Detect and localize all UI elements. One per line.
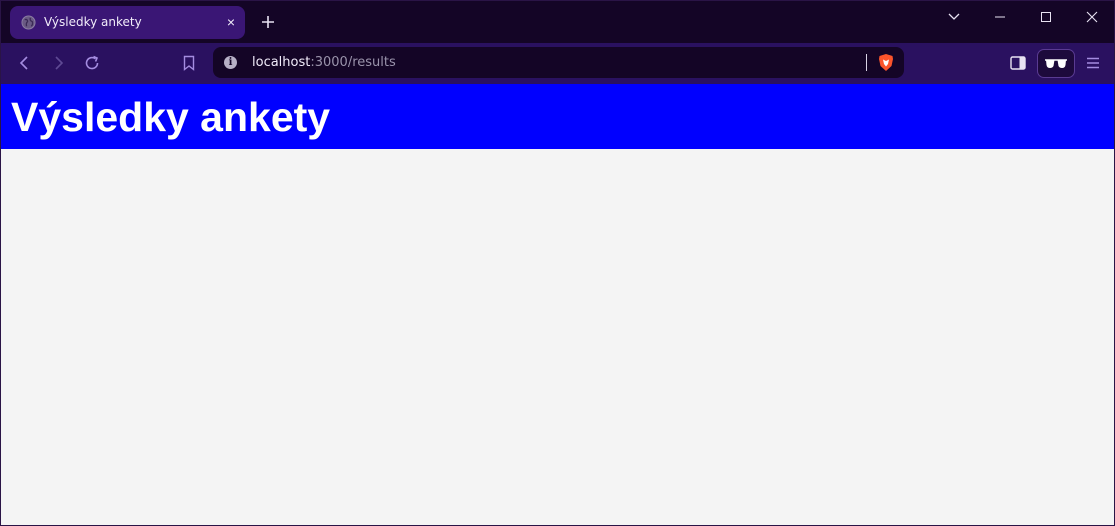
- chevron-down-icon: [948, 13, 960, 20]
- reload-icon: [85, 55, 99, 70]
- tab-title: Výsledky ankety: [44, 15, 142, 29]
- bookmark-icon: [183, 55, 195, 71]
- page-title: Výsledky ankety: [11, 94, 331, 140]
- brave-shield-icon[interactable]: [877, 53, 895, 72]
- page-viewport: Výsledky ankety: [1, 84, 1114, 525]
- close-icon: [1086, 11, 1098, 23]
- active-tab[interactable]: Výsledky ankety ×: [10, 6, 245, 39]
- address-bar-divider: [866, 54, 867, 71]
- bookmark-button[interactable]: [178, 52, 200, 74]
- forward-button[interactable]: [47, 52, 69, 74]
- back-button[interactable]: [14, 52, 36, 74]
- page-header: Výsledky ankety: [1, 84, 1114, 149]
- address-bar[interactable]: i localhost:3000/results: [213, 47, 904, 78]
- minimize-icon: [995, 16, 1005, 18]
- chevron-left-icon: [19, 56, 28, 70]
- url-text[interactable]: localhost:3000/results: [252, 55, 396, 70]
- navigation-toolbar: i localhost:3000/results: [1, 43, 1114, 84]
- minimize-button[interactable]: [977, 1, 1023, 33]
- url-path: :3000/results: [310, 55, 396, 70]
- browser-window: Výsledky ankety × i localhost:3000/resul…: [0, 0, 1115, 526]
- chevron-right-icon: [55, 56, 64, 70]
- url-host: localhost: [252, 55, 311, 70]
- tab-search-button[interactable]: [931, 1, 977, 33]
- tab-strip: Výsledky ankety ×: [1, 1, 1114, 43]
- wallet-button[interactable]: [1037, 49, 1075, 78]
- tab-close-button[interactable]: ×: [223, 14, 239, 30]
- new-tab-button[interactable]: [257, 11, 279, 33]
- maximize-icon: [1041, 12, 1051, 22]
- close-window-button[interactable]: [1069, 1, 1114, 33]
- glasses-icon: [1045, 58, 1067, 68]
- hamburger-menu-icon[interactable]: [1083, 53, 1103, 73]
- sidebar-icon[interactable]: [1008, 53, 1028, 73]
- reload-button[interactable]: [81, 52, 103, 74]
- globe-icon: [21, 15, 36, 30]
- maximize-button[interactable]: [1023, 1, 1069, 33]
- info-icon[interactable]: i: [224, 56, 237, 69]
